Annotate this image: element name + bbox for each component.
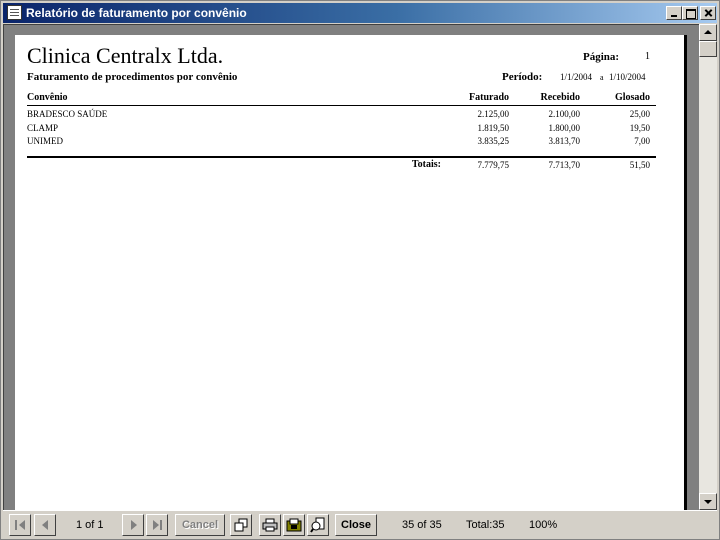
- last-page-icon: [153, 520, 159, 530]
- report-window: Relatório de faturamento por convênio Cl…: [0, 0, 720, 540]
- search-document-icon: [310, 517, 325, 533]
- report-app-icon: [7, 5, 22, 20]
- close-window-button[interactable]: [700, 6, 716, 20]
- title-bar[interactable]: Relatório de faturamento por convênio: [3, 3, 717, 23]
- first-page-button[interactable]: [9, 514, 31, 536]
- period-start: 1/1/2004: [560, 72, 593, 82]
- first-page-bar-icon: [15, 520, 17, 530]
- totals-divider: [27, 156, 656, 158]
- row-recebido: 1.800,00: [548, 122, 581, 133]
- column-header-faturado: Faturado: [469, 92, 509, 103]
- row-faturado: 2.125,00: [477, 109, 510, 119]
- next-page-icon: [131, 520, 137, 530]
- first-page-icon: [19, 520, 25, 530]
- cancel-button[interactable]: Cancel: [175, 514, 225, 536]
- export-button[interactable]: [283, 514, 305, 536]
- row-glosado: 7,00: [634, 136, 650, 146]
- row-faturado: 1.819,50: [477, 122, 510, 133]
- page-number: 1: [645, 51, 650, 62]
- report-preview-area[interactable]: Clinica Centralx Ltda. Página: 1 Faturam…: [3, 24, 699, 510]
- record-count: 35 of 35: [402, 519, 442, 531]
- row-recebido: 3.813,70: [548, 136, 581, 146]
- vertical-scrollbar[interactable]: [699, 24, 717, 510]
- next-page-button[interactable]: [122, 514, 144, 536]
- scroll-up-button[interactable]: [699, 24, 717, 41]
- close-button[interactable]: Close: [335, 514, 377, 536]
- totals-label: Totais:: [411, 159, 441, 170]
- column-header-glosado: Glosado: [614, 92, 650, 103]
- report-rows: BRADESCO SAÚDE 2.125,00 2.100,00 25,00 C…: [15, 108, 687, 149]
- page-label: Página:: [583, 51, 620, 63]
- period-separator: a: [600, 73, 604, 82]
- scroll-thumb[interactable]: [699, 41, 717, 57]
- preview-toolbar: 1 of 1 Cancel Close 35 of 35 Total:35 10…: [3, 510, 717, 539]
- report-page: Clinica Centralx Ltda. Página: 1 Faturam…: [15, 35, 687, 510]
- export-icon: [286, 518, 302, 532]
- column-header-recebido: Recebido: [540, 92, 580, 103]
- window-title: Relatório de faturamento por convênio: [26, 6, 247, 20]
- zoom-level: 100%: [529, 519, 558, 531]
- table-row: UNIMED 3.835,25 3.813,70 7,00: [15, 135, 687, 149]
- total-faturado: 7.779,75: [477, 160, 510, 170]
- page-indicator: 1 of 1: [76, 519, 104, 531]
- column-header-convenio: Convênio: [27, 92, 68, 103]
- table-row: BRADESCO SAÚDE 2.125,00 2.100,00 25,00: [15, 108, 687, 122]
- period-end: 1/10/2004: [609, 72, 646, 82]
- previous-page-button[interactable]: [34, 514, 56, 536]
- report-title: Faturamento de procedimentos por convêni…: [27, 71, 238, 83]
- header-divider: [27, 105, 656, 106]
- row-glosado: 25,00: [629, 109, 650, 119]
- arrow-up-icon: [704, 30, 712, 34]
- fit-page-button[interactable]: [230, 514, 252, 536]
- last-page-button[interactable]: [146, 514, 168, 536]
- row-faturado: 3.835,25: [477, 136, 510, 146]
- printer-icon: [262, 518, 278, 532]
- row-convenio: CLAMP: [27, 122, 59, 133]
- search-text-button[interactable]: [307, 514, 329, 536]
- arrow-down-icon: [704, 500, 712, 504]
- company-name: Clinica Centralx Ltda.: [27, 43, 224, 68]
- total-recebido: 7.713,70: [548, 160, 581, 170]
- scroll-down-button[interactable]: [699, 493, 717, 510]
- last-page-bar-icon: [160, 520, 162, 530]
- row-convenio: BRADESCO SAÚDE: [27, 109, 108, 119]
- total-glosado: 51,50: [629, 160, 650, 170]
- maximize-button[interactable]: [682, 6, 698, 20]
- minimize-button[interactable]: [666, 6, 682, 20]
- row-recebido: 2.100,00: [548, 109, 581, 119]
- print-button[interactable]: [259, 514, 281, 536]
- fit-page-icon: [234, 518, 248, 532]
- table-row: CLAMP 1.819,50 1.800,00 19,50: [15, 122, 687, 136]
- previous-page-icon: [42, 520, 48, 530]
- row-glosado: 19,50: [629, 122, 650, 133]
- record-total: Total:35: [466, 519, 505, 531]
- period-label: Período:: [502, 71, 543, 83]
- row-convenio: UNIMED: [27, 136, 63, 146]
